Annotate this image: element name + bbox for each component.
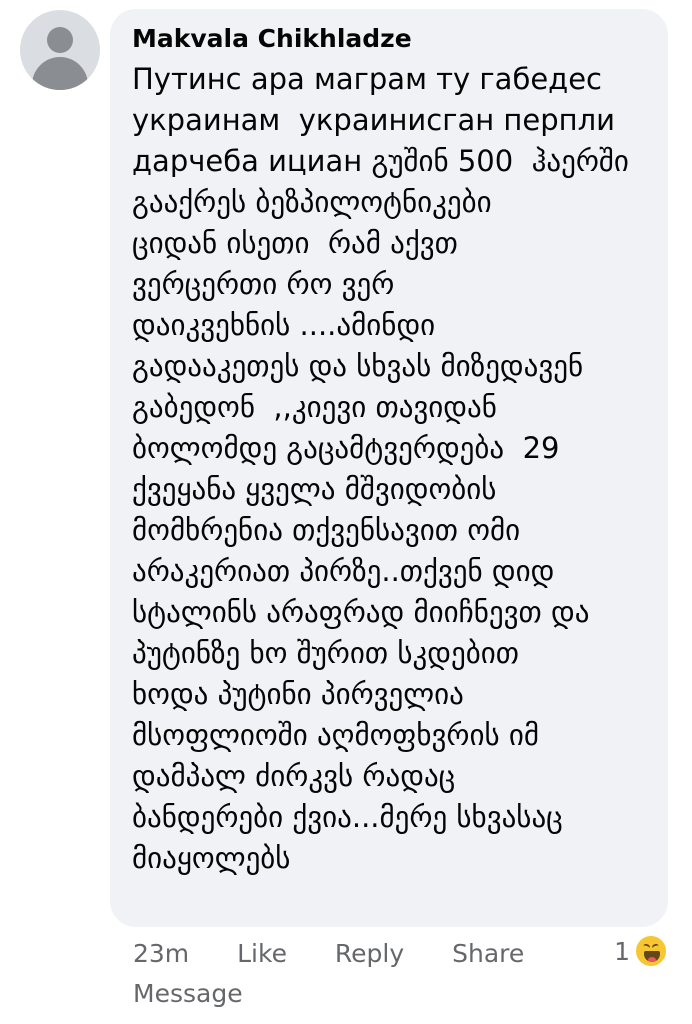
like-button[interactable]: Like — [237, 939, 287, 968]
avatar-head-shape — [47, 27, 73, 53]
comment-text-line: პუტინზე ხო შურით სკდებით — [132, 636, 519, 670]
comment-timestamp[interactable]: 23m — [133, 939, 189, 968]
reaction-summary[interactable]: 1 — [614, 934, 668, 968]
comment-author[interactable]: Makvala Chikhladze — [132, 22, 648, 56]
comment-text-line: მიაყოლებს — [132, 841, 291, 875]
haha-mouth — [644, 951, 660, 962]
avatar-shoulders-shape — [32, 57, 88, 90]
comment-text-line: გაბედონ ,,კიევი თავიდან — [132, 390, 497, 424]
reaction-count: 1 — [614, 936, 630, 966]
haha-tongue — [648, 957, 656, 962]
comment-text-line: სტალინს არაფრად მიიჩნევთ და — [132, 595, 590, 629]
comment-text-line: ხოდა პუტინი პირველია — [132, 677, 464, 711]
comment-text-line: украинам украинисган перпли — [132, 103, 615, 137]
reply-button[interactable]: Reply — [335, 939, 404, 968]
comment-text-line: გადააკეთეს და სხვას მიზედავენ — [132, 349, 584, 383]
comment-body: Путинс ара маграм ту габедес украинам укр… — [132, 59, 648, 879]
comment-bubble: Makvala Chikhladze Путинс ара маграм ту … — [110, 9, 668, 927]
comment-actions: 23m Like Reply Share — [133, 936, 564, 972]
message-button[interactable]: Message — [133, 976, 243, 1012]
comment-text-line: ციდან ისეთი რამ აქვთ — [132, 226, 458, 260]
comment-text-line: дарчеба ициан გუშინ 500 ჰაერში — [132, 144, 629, 178]
comment-text-line: გააქრეს ბეზპილოტნიკები — [132, 185, 492, 219]
haha-left-eye — [642, 942, 651, 952]
avatar[interactable] — [20, 10, 100, 90]
haha-right-eye — [651, 942, 660, 952]
share-button[interactable]: Share — [452, 939, 524, 968]
haha-emoji-icon — [634, 934, 668, 968]
comment-text-line: ბოლომდე გაცამტვერდება 29 — [132, 431, 560, 465]
comment-text-line: ბანდერები ქვია...მერე სხვასაც — [132, 800, 563, 834]
comment-text-line: დაიკვეხნის ....ამინდი — [132, 308, 436, 342]
comment-text-line: არაკერიათ პირზე..თქვენ დიდ — [132, 554, 555, 588]
comment-text-line: მსოფლიოში აღმოფხვრის იმ — [132, 718, 539, 752]
comment-text-line: დამპალ ძირკვს რადაც — [132, 759, 456, 793]
comment-text-line: მომხრენია თქვენსავით ომი — [132, 513, 521, 547]
comment-text-line: Путинс ара маграм ту габедес — [132, 62, 603, 96]
comment-text-line: ვერცერთი რო ვერ — [132, 267, 395, 301]
comment-text-line: ქვეყანა ყველა მშვიდობის — [132, 472, 497, 506]
